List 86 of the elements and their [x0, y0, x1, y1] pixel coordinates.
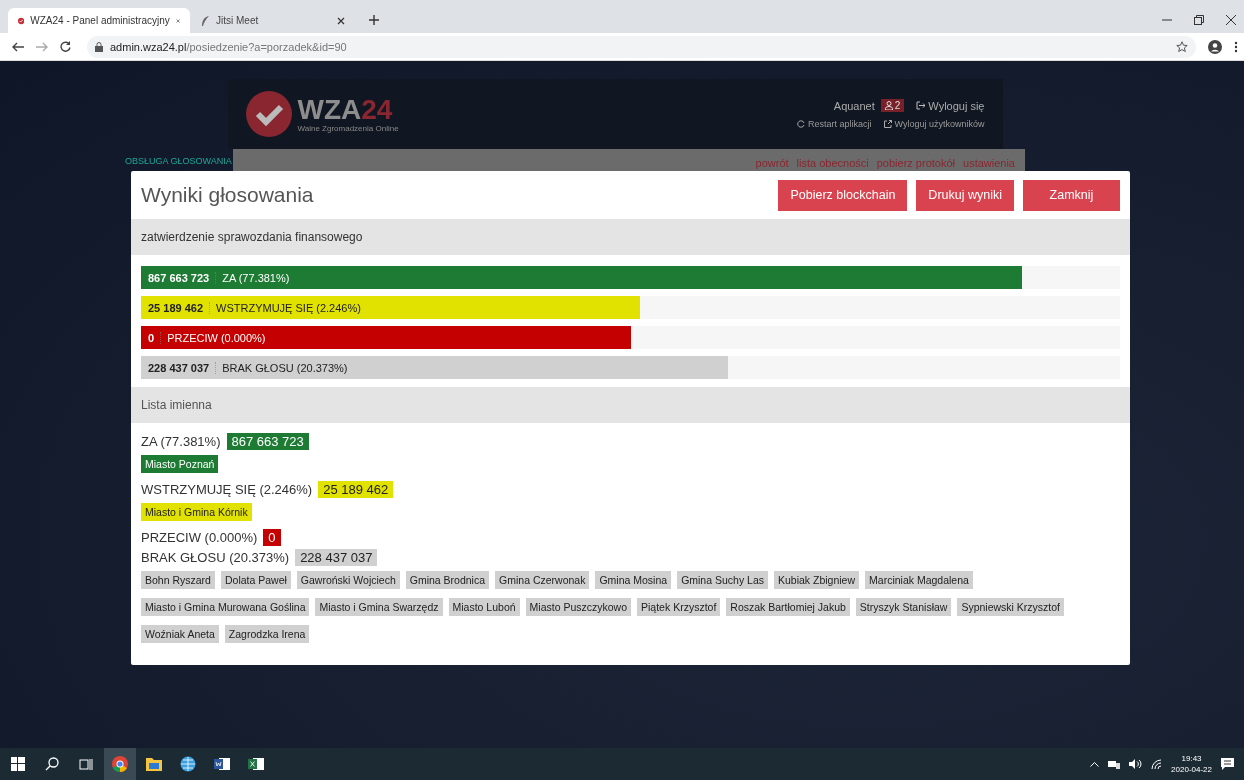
reload-icon[interactable]: [60, 41, 71, 52]
voter-tag: Gmina Suchy Las: [677, 571, 768, 589]
logo-check-icon: [245, 91, 292, 137]
clock-date: 2020-04-22: [1171, 764, 1212, 775]
list-heading: Lista imienna: [131, 387, 1130, 423]
plus-icon[interactable]: [369, 15, 379, 25]
refresh-icon: [797, 120, 805, 128]
star-icon[interactable]: [1176, 40, 1188, 53]
lock-icon: [95, 41, 103, 52]
account-icon[interactable]: [1208, 39, 1222, 54]
voter-tag: Miasto Luboń: [448, 598, 520, 616]
restore-icon[interactable]: [1194, 15, 1204, 25]
voter-tag: Roszak Bartłomiej Jakub: [726, 598, 850, 616]
external-link-icon: [883, 120, 892, 128]
chevron-up-icon[interactable]: [1090, 761, 1100, 767]
voter-tag: Marciniak Magdalena: [865, 571, 973, 589]
vote-count: 867 663 723: [141, 271, 217, 284]
menu-icon[interactable]: [1234, 40, 1238, 53]
voter-tag: Gmina Mosina: [595, 571, 672, 589]
group-label: PRZECIW (0.000%): [141, 530, 258, 545]
voter-tag: Miasto i Gmina Murowana Goślina: [141, 598, 310, 616]
windows-logo-icon[interactable]: [11, 757, 25, 771]
group-label: ZA (77.381%): [141, 434, 221, 449]
voter-tag: Bohn Ryszard: [141, 571, 215, 589]
vote-count-badge: 867 663 723: [226, 433, 309, 450]
group-label: BRAK GŁOSU (20.373%): [141, 550, 290, 565]
voter-tag: Woźniak Aneta: [141, 625, 219, 643]
voter-tag: Gmina Brodnica: [405, 571, 490, 589]
logo-subtitle: Walne Zgromadzenia Online: [297, 123, 399, 133]
wifi-icon[interactable]: [1151, 759, 1163, 769]
voter-tag: Stryszyk Stanisław: [855, 598, 952, 616]
logo-text: WZA24: [297, 95, 394, 124]
feather-icon: [200, 14, 210, 27]
dialog-button[interactable]: Drukuj wyniki: [916, 179, 1014, 211]
user-name: Aquanet: [833, 99, 875, 112]
search-icon[interactable]: [45, 757, 59, 771]
speaker-icon[interactable]: [1129, 759, 1143, 769]
voter-tag: Sypniewski Krzysztof: [957, 598, 1064, 616]
back-arrow-icon[interactable]: [12, 41, 24, 52]
word-icon[interactable]: [214, 757, 230, 771]
user-icon: [884, 101, 893, 110]
vote-count-badge: 0: [263, 529, 281, 546]
dialog-button[interactable]: Pobierz blockchain: [778, 179, 908, 211]
vote-count: 228 437 037: [141, 361, 217, 374]
logout-link[interactable]: Wyloguj się: [916, 99, 985, 112]
address-bar[interactable]: admin.wza24.pl/posiedzenie?a=porzadek&id=90: [87, 35, 1196, 58]
group-label: WSTRZYMUJĘ SIĘ (2.246%): [141, 482, 313, 497]
vote-label: ZA (77.381%): [221, 271, 290, 284]
notification-icon[interactable]: [1221, 758, 1234, 770]
close-icon[interactable]: [337, 16, 345, 25]
voter-tag: Dolata Paweł: [220, 571, 291, 589]
vote-label: BRAK GŁOSU (20.373%): [221, 361, 348, 374]
chrome-icon[interactable]: [112, 756, 128, 772]
voter-tag: Kubiak Zbigniew: [774, 571, 860, 589]
excel-icon[interactable]: [248, 757, 264, 771]
voter-tag: Miasto Poznań: [141, 455, 219, 473]
logout-users-link[interactable]: Wyloguj użytkowników: [883, 119, 985, 129]
question-heading: zatwierdzenie sprawozdania finansowego: [131, 219, 1130, 255]
vote-count-badge: 25 189 462: [318, 481, 394, 498]
vote-count: 0: [141, 331, 162, 344]
voter-tag: Miasto Puszczykowo: [525, 598, 632, 616]
close-icon[interactable]: [1226, 15, 1236, 25]
voter-tag: Miasto i Gmina Swarzędz: [315, 598, 443, 616]
browser-tab[interactable]: WZA24 - Panel administracyjny: [8, 8, 190, 33]
voter-tag: Miasto i Gmina Kórnik: [141, 503, 252, 521]
folder-icon[interactable]: [146, 757, 162, 771]
voter-tag: Zagrodzka Irena: [224, 625, 310, 643]
voter-tag: Gmina Czerwonak: [495, 571, 590, 589]
vote-count-badge: 228 437 037: [295, 549, 378, 566]
vote-label: PRZECIW (0.000%): [166, 331, 266, 344]
user-count-badge: 2: [880, 99, 905, 112]
url-text: admin.wza24.pl/posiedzenie?a=porzadek&id=90: [110, 40, 348, 53]
dialog-title: Wyniki głosowania: [141, 183, 314, 207]
restart-link[interactable]: Restart aplikacji: [797, 119, 872, 129]
voter-tag: Piątek Krzysztof: [637, 598, 721, 616]
sign-out-icon: [916, 101, 926, 110]
task-view-icon[interactable]: [79, 757, 93, 771]
browser-tab[interactable]: Jitsi Meet: [190, 8, 355, 33]
network-icon[interactable]: [1108, 759, 1121, 769]
vote-label: WSTRZYMUJĘ SIĘ (2.246%): [215, 301, 361, 314]
clock-time: 19:43: [1181, 753, 1202, 764]
vote-count: 25 189 462: [141, 301, 211, 314]
voter-tag: Gawroński Wojciech: [296, 571, 400, 589]
globe-icon[interactable]: [180, 756, 196, 772]
section-label: OBSŁUGA GŁOSOWANIA: [125, 155, 233, 166]
dialog-button[interactable]: Zamknij: [1023, 179, 1120, 211]
